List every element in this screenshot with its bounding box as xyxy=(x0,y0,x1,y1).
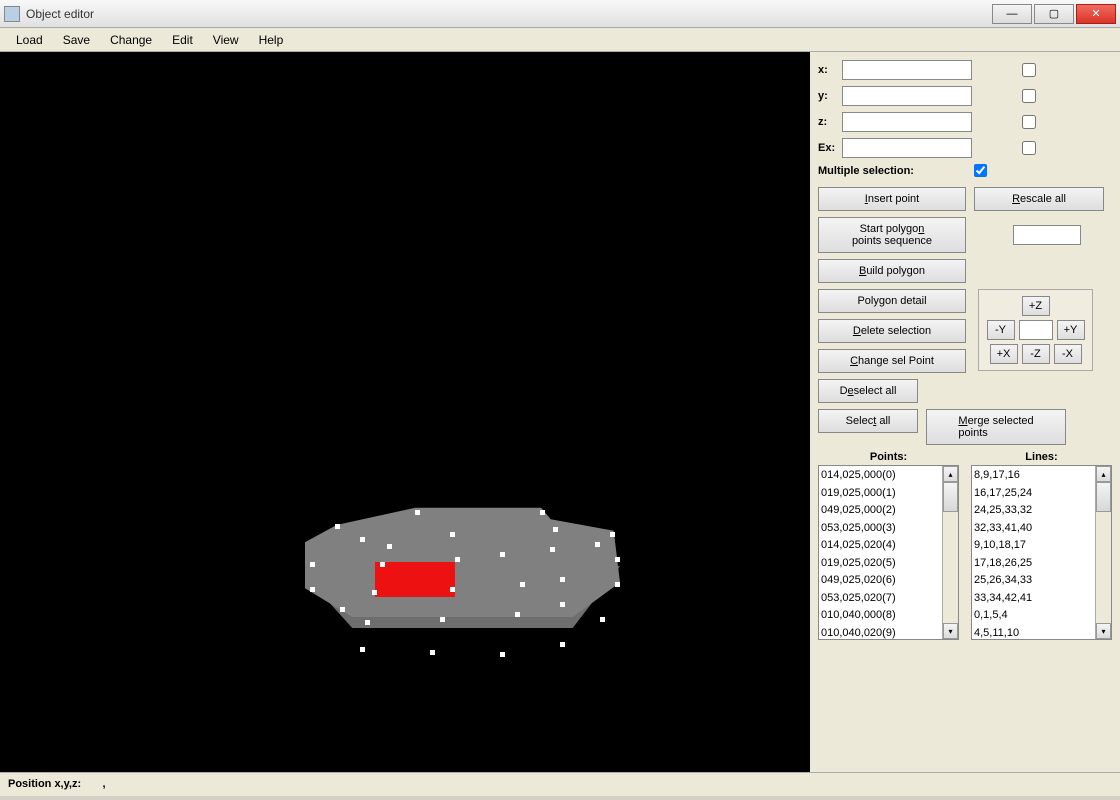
list-item[interactable]: 010,040,020(9) xyxy=(821,625,940,640)
list-item[interactable]: 010,040,000(8) xyxy=(821,607,940,625)
list-item[interactable]: 25,26,34,33 xyxy=(974,572,1093,590)
x-input[interactable] xyxy=(842,60,972,80)
nav-pad: +Z -Y +Y +X -Z -X xyxy=(978,289,1093,371)
y-input[interactable] xyxy=(842,86,972,106)
menu-edit[interactable]: Edit xyxy=(162,30,203,50)
lines-header: Lines: xyxy=(971,451,1112,463)
scroll-down-icon[interactable]: ▾ xyxy=(1096,623,1111,639)
insert-point-button[interactable]: Insert point xyxy=(818,187,966,211)
lines-list[interactable]: 8,9,17,1616,17,25,2424,25,33,3232,33,41,… xyxy=(971,465,1112,640)
list-item[interactable]: 17,18,26,25 xyxy=(974,555,1093,573)
list-item[interactable]: 4,5,11,10 xyxy=(974,625,1093,640)
change-sel-point-button[interactable]: Change sel Point xyxy=(818,349,966,373)
title-bar: Object editor — ▢ ✕ xyxy=(0,0,1120,28)
nav-minus-z-button[interactable]: -Z xyxy=(1022,344,1050,364)
list-item[interactable]: 32,33,41,40 xyxy=(974,520,1093,538)
nav-value-input[interactable] xyxy=(1019,320,1053,340)
list-item[interactable]: 8,9,17,16 xyxy=(974,467,1093,485)
nav-plus-z-button[interactable]: +Z xyxy=(1022,296,1050,316)
merge-selected-button[interactable]: Merge selectedpoints xyxy=(926,409,1066,445)
polygon-seq-input[interactable] xyxy=(1013,225,1081,245)
list-item[interactable]: 014,025,000(0) xyxy=(821,467,940,485)
maximize-button[interactable]: ▢ xyxy=(1034,4,1074,24)
x-checkbox[interactable] xyxy=(1022,63,1036,77)
points-list[interactable]: 014,025,000(0)019,025,000(1)049,025,000(… xyxy=(818,465,959,640)
list-item[interactable]: 014,025,020(4) xyxy=(821,537,940,555)
list-item[interactable]: 16,17,25,24 xyxy=(974,485,1093,503)
list-item[interactable]: 053,025,000(3) xyxy=(821,520,940,538)
list-item[interactable]: 019,025,020(5) xyxy=(821,555,940,573)
window-title: Object editor xyxy=(26,7,94,21)
menu-load[interactable]: Load xyxy=(6,30,53,50)
list-item[interactable]: 0,1,5,4 xyxy=(974,607,1093,625)
menu-bar: Load Save Change Edit View Help xyxy=(0,28,1120,52)
select-all-button[interactable]: Select all xyxy=(818,409,918,433)
ex-checkbox[interactable] xyxy=(1022,141,1036,155)
nav-minus-x-button[interactable]: -X xyxy=(1054,344,1082,364)
z-input[interactable] xyxy=(842,112,972,132)
points-header: Points: xyxy=(818,451,959,463)
multi-select-label: Multiple selection: xyxy=(818,165,914,177)
build-polygon-button[interactable]: Build polygon xyxy=(818,259,966,283)
properties-panel: x: y: z: Ex: Multiple selection: Insert … xyxy=(810,52,1120,772)
y-checkbox[interactable] xyxy=(1022,89,1036,103)
3d-viewport[interactable] xyxy=(0,52,810,772)
scroll-up-icon[interactable]: ▴ xyxy=(1096,466,1111,482)
list-item[interactable]: 019,025,000(1) xyxy=(821,485,940,503)
status-bar: Position x,y,z: , xyxy=(0,772,1120,796)
rescale-all-button[interactable]: Rescale all xyxy=(974,187,1104,211)
list-item[interactable]: 049,025,000(2) xyxy=(821,502,940,520)
polygon-detail-button[interactable]: Polygon detail xyxy=(818,289,966,313)
selected-face xyxy=(375,562,455,597)
menu-change[interactable]: Change xyxy=(100,30,162,50)
object-mesh xyxy=(305,502,620,662)
minimize-button[interactable]: — xyxy=(992,4,1032,24)
list-item[interactable]: 33,34,42,41 xyxy=(974,590,1093,608)
nav-plus-x-button[interactable]: +X xyxy=(990,344,1018,364)
start-polygon-seq-button[interactable]: Start polygonpoints sequence xyxy=(818,217,966,253)
x-label: x: xyxy=(818,64,842,76)
z-label: z: xyxy=(818,116,842,128)
y-label: y: xyxy=(818,90,842,102)
scroll-up-icon[interactable]: ▴ xyxy=(943,466,958,482)
delete-selection-button[interactable]: Delete selection xyxy=(818,319,966,343)
list-item[interactable]: 9,10,18,17 xyxy=(974,537,1093,555)
scroll-down-icon[interactable]: ▾ xyxy=(943,623,958,639)
list-item[interactable]: 049,025,020(6) xyxy=(821,572,940,590)
close-button[interactable]: ✕ xyxy=(1076,4,1116,24)
menu-help[interactable]: Help xyxy=(249,30,294,50)
status-value: , xyxy=(103,778,106,790)
lines-scrollbar[interactable]: ▴ ▾ xyxy=(1095,466,1111,639)
list-item[interactable]: 24,25,33,32 xyxy=(974,502,1093,520)
nav-minus-y-button[interactable]: -Y xyxy=(987,320,1015,340)
menu-save[interactable]: Save xyxy=(53,30,100,50)
menu-view[interactable]: View xyxy=(203,30,249,50)
status-label: Position x,y,z: xyxy=(8,778,81,790)
ex-input[interactable] xyxy=(842,138,972,158)
nav-plus-y-button[interactable]: +Y xyxy=(1057,320,1085,340)
ex-label: Ex: xyxy=(818,142,842,154)
app-icon xyxy=(4,6,20,22)
points-scrollbar[interactable]: ▴ ▾ xyxy=(942,466,958,639)
z-checkbox[interactable] xyxy=(1022,115,1036,129)
list-item[interactable]: 053,025,020(7) xyxy=(821,590,940,608)
multi-select-checkbox[interactable] xyxy=(974,164,987,177)
deselect-all-button[interactable]: Deselect all xyxy=(818,379,918,403)
